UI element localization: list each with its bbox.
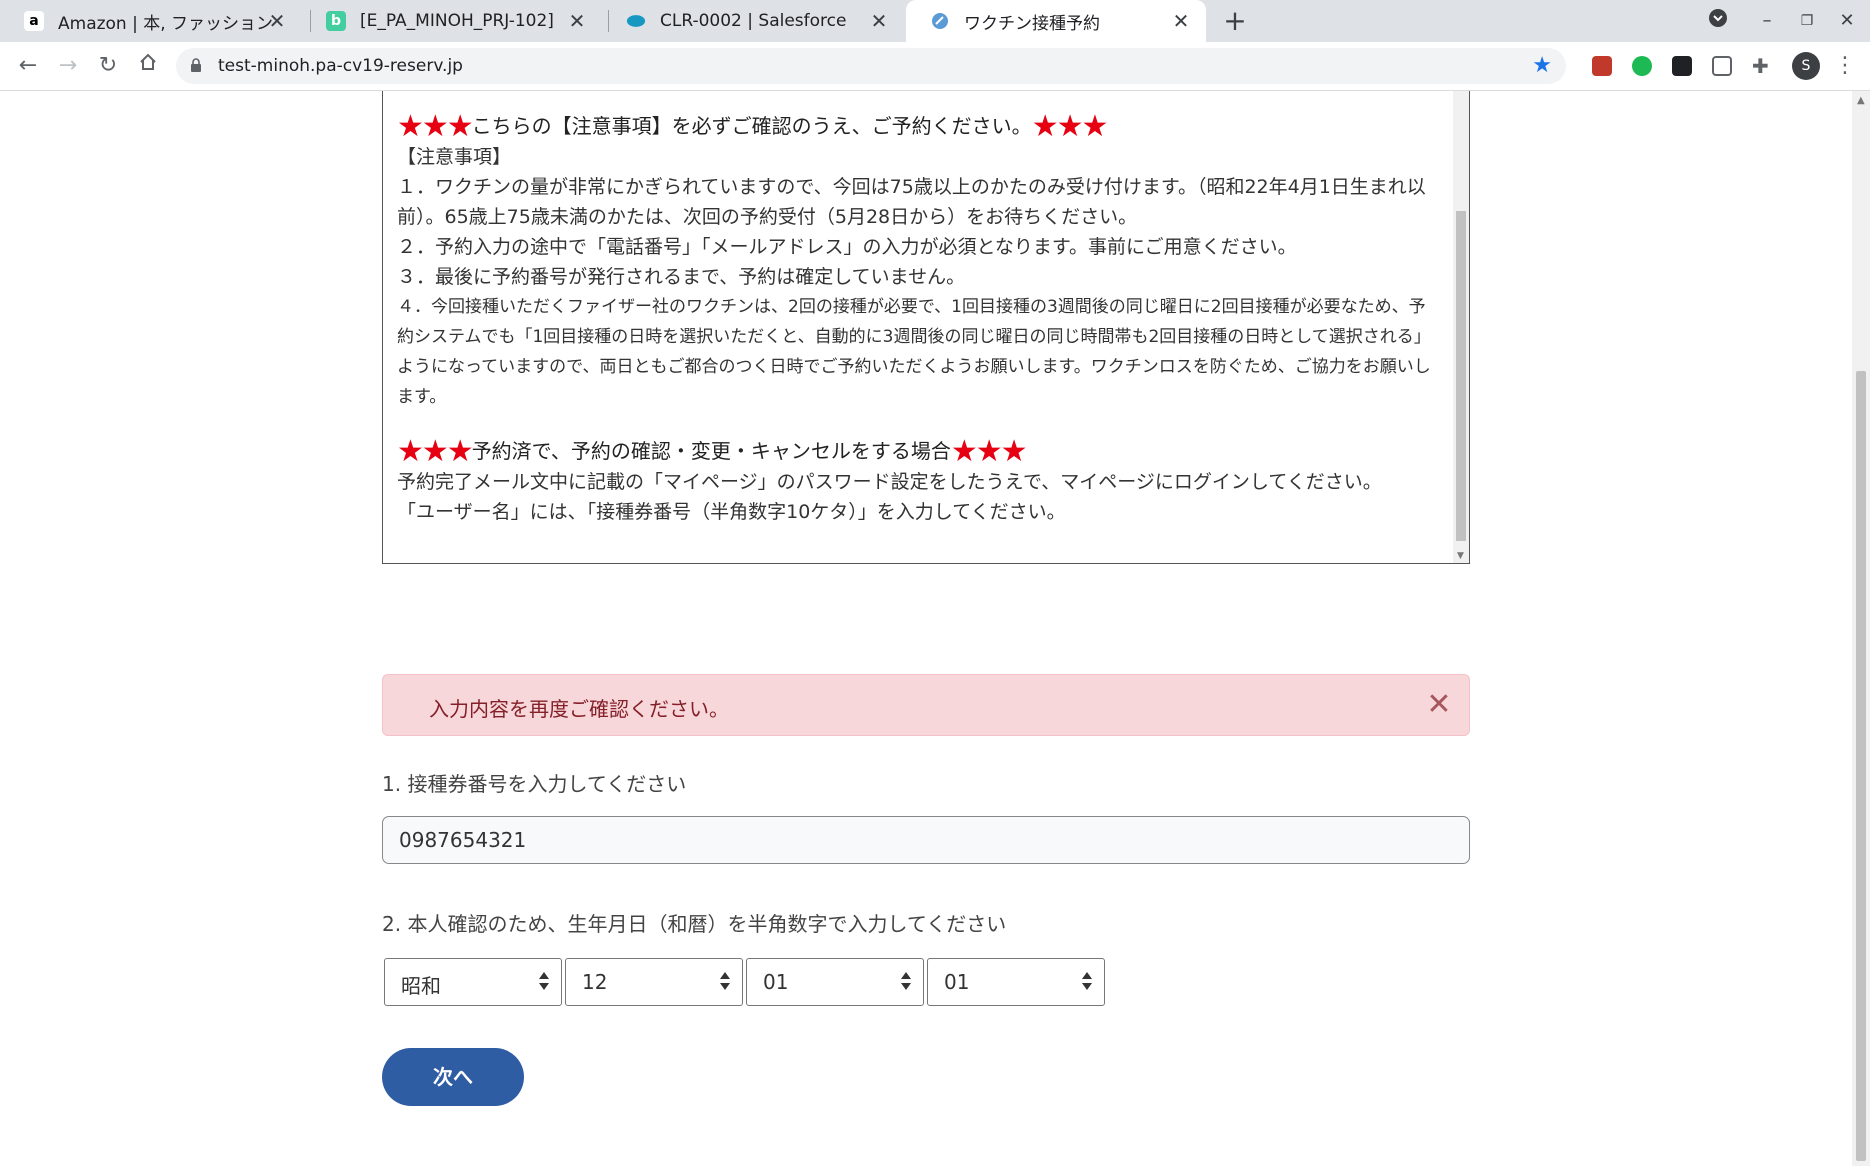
- notice-heading-text: こちらの【注意事項】を必ずご確認のうえ、ご予約ください。: [471, 114, 1032, 138]
- close-tab-icon[interactable]: ✕: [266, 10, 288, 32]
- next-button[interactable]: 次へ: [382, 1048, 524, 1106]
- select-arrows-icon: [539, 970, 549, 994]
- notice-item-2: ２．予約入力の途中で「電話番号」「メールアドレス」の入力が必須となります。事前に…: [397, 236, 1297, 258]
- tab-search-icon[interactable]: [1705, 8, 1731, 34]
- page-scrollbar[interactable]: ▲: [1852, 91, 1870, 1166]
- scroll-up-arrow-icon[interactable]: ▲: [1857, 95, 1865, 106]
- browser-menu-icon[interactable]: ⋮: [1834, 52, 1856, 80]
- extension-book-icon[interactable]: [1592, 56, 1612, 76]
- tab-strip: a Amazon | 本, ファッション ✕ b [E_PA_MINOH_PRJ…: [0, 0, 1870, 42]
- year-select[interactable]: 12: [565, 958, 743, 1006]
- notice-scrollbar-thumb[interactable]: [1456, 211, 1466, 541]
- ticket-number-label: 1. 接種券番号を入力してください: [382, 772, 687, 796]
- reserved-heading-text: 予約済で、予約の確認・変更・キャンセルをする場合: [471, 439, 951, 463]
- notice-item-1: １．ワクチンの量が非常にかぎられていますので、今回は75歳以上のかたのみ受け付け…: [397, 176, 1426, 228]
- backlog-icon: b: [326, 11, 346, 31]
- tab-salesforce[interactable]: CLR-0002 | Salesforce ✕: [602, 0, 904, 42]
- notice-box[interactable]: ★★★こちらの【注意事項】を必ずご確認のうえ、ご予約ください。★★★ 【注意事項…: [382, 91, 1470, 564]
- close-tab-icon[interactable]: ✕: [1170, 10, 1192, 32]
- extensions-puzzle-icon[interactable]: ✚: [1752, 56, 1772, 76]
- birthdate-label: 2. 本人確認のため、生年月日（和暦）を半角数字で入力してください: [382, 912, 1007, 936]
- era-select[interactable]: 昭和: [384, 958, 562, 1006]
- restore-icon[interactable]: ❐: [1794, 8, 1820, 34]
- extension-bookmark-icon[interactable]: [1672, 56, 1692, 76]
- minimize-icon[interactable]: –: [1754, 8, 1780, 34]
- close-tab-icon[interactable]: ✕: [566, 10, 588, 32]
- month-select[interactable]: 01: [746, 958, 924, 1006]
- month-value: 01: [763, 970, 789, 994]
- reserved-line-2: 「ユーザー名」には、「接種券番号（半角数字10ケタ）」を入力してください。: [397, 501, 1066, 523]
- tab-title: [E_PA_MINOH_PRJ-102]: [360, 11, 554, 31]
- star-icon: ★★★: [397, 434, 474, 469]
- star-icon: ★★★: [397, 109, 474, 144]
- browser-toolbar: ← → ↻ test-minoh.pa-cv19-reserv.jp ★ ✚ S…: [0, 42, 1870, 91]
- notice-content: ★★★こちらの【注意事項】を必ずご確認のうえ、ご予約ください。★★★ 【注意事項…: [397, 111, 1437, 527]
- profile-avatar[interactable]: S: [1792, 52, 1820, 80]
- bookmark-star-icon[interactable]: ★: [1532, 53, 1552, 78]
- star-icon: ★★★: [950, 434, 1028, 469]
- amazon-icon: a: [24, 11, 44, 31]
- forward-icon[interactable]: →: [54, 52, 82, 80]
- salesforce-icon: [626, 11, 646, 31]
- home-icon[interactable]: [134, 52, 162, 80]
- lock-icon[interactable]: [190, 58, 202, 72]
- select-arrows-icon: [720, 970, 730, 994]
- back-icon[interactable]: ←: [14, 52, 42, 80]
- year-value: 12: [582, 970, 608, 994]
- notice-title: 【注意事項】: [397, 146, 512, 168]
- reload-icon[interactable]: ↻: [94, 52, 122, 80]
- close-tab-icon[interactable]: ✕: [868, 10, 890, 32]
- reserved-line-1: 予約完了メール文中に記載の「マイページ」のパスワード設定をしたうえで、マイページ…: [397, 471, 1382, 493]
- extension-line-icon[interactable]: [1712, 56, 1732, 76]
- notice-item-4: ４．今回接種いただくファイザー社のワクチンは、2回の接種が必要で、1回目接種の3…: [397, 297, 1431, 407]
- address-bar[interactable]: test-minoh.pa-cv19-reserv.jp ★: [176, 48, 1566, 84]
- tab-vaccine-reservation[interactable]: ワクチン接種予約 ✕: [906, 0, 1206, 42]
- scroll-down-arrow-icon[interactable]: ▼: [1457, 551, 1464, 561]
- tab-amazon[interactable]: a Amazon | 本, ファッション ✕: [0, 0, 302, 42]
- site-icon: [930, 11, 950, 31]
- notice-item-3: ３．最後に予約番号が発行されるまで、予約は確定していません。: [397, 266, 966, 288]
- extension-chat-icon[interactable]: [1632, 56, 1652, 76]
- page-scrollbar-thumb[interactable]: [1856, 371, 1866, 1161]
- day-value: 01: [944, 970, 970, 994]
- close-alert-icon[interactable]: ✕: [1421, 687, 1457, 723]
- new-tab-button[interactable]: +: [1220, 6, 1250, 36]
- star-icon: ★★★: [1031, 109, 1109, 144]
- reserved-heading: ★★★予約済で、予約の確認・変更・キャンセルをする場合★★★: [397, 436, 1437, 467]
- url-text: test-minoh.pa-cv19-reserv.jp: [218, 56, 463, 76]
- era-value: 昭和: [401, 974, 441, 998]
- notice-scrollbar[interactable]: ▼: [1453, 91, 1469, 563]
- notice-heading: ★★★こちらの【注意事項】を必ずご確認のうえ、ご予約ください。★★★: [397, 111, 1437, 142]
- ticket-number-input[interactable]: [382, 816, 1470, 864]
- select-arrows-icon: [901, 970, 911, 994]
- error-alert: 入力内容を再度ご確認ください。 ✕: [382, 674, 1470, 736]
- tab-backlog[interactable]: b [E_PA_MINOH_PRJ-102] ✕: [302, 0, 602, 42]
- day-select[interactable]: 01: [927, 958, 1105, 1006]
- alert-message: 入力内容を再度ご確認ください。: [429, 697, 729, 721]
- select-arrows-icon: [1082, 970, 1092, 994]
- close-window-icon[interactable]: ✕: [1834, 8, 1860, 34]
